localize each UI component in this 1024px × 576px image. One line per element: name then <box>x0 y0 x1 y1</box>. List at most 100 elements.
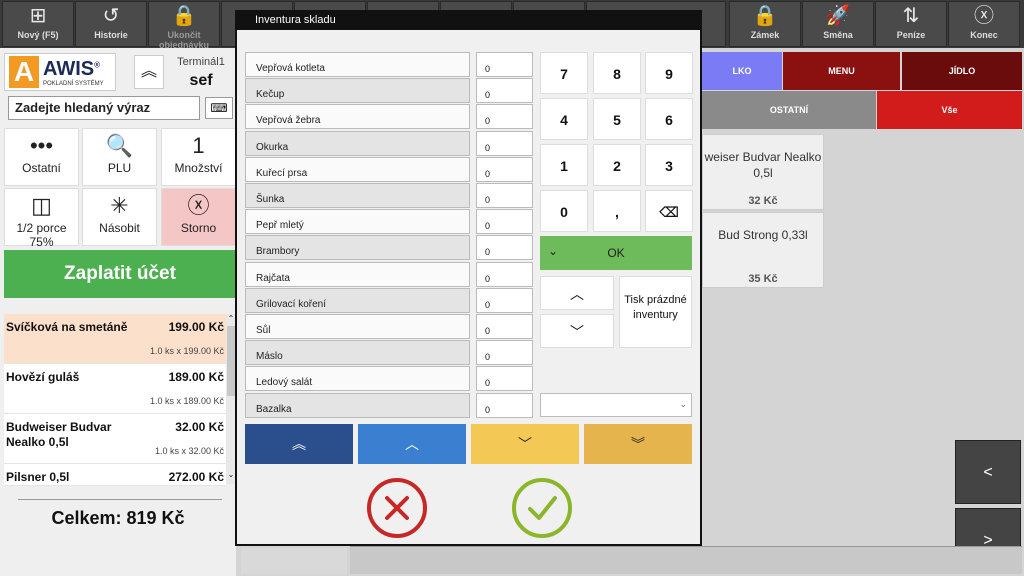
confirm-button[interactable] <box>512 478 572 538</box>
dialog-select[interactable]: ⌄ <box>540 393 692 417</box>
pay-button[interactable]: Zaplatit účet <box>4 250 236 298</box>
prev-page-button[interactable]: < <box>955 440 1021 504</box>
product-button[interactable]: weiser Budvar Nealko 0,5l 32 Kč <box>702 134 824 210</box>
inventory-item-name[interactable]: Okurka <box>245 130 470 156</box>
inventory-item-quantity[interactable]: 0 <box>476 183 533 208</box>
inventory-item-quantity[interactable]: 0 <box>476 261 533 287</box>
order-item[interactable]: Svíčková na smetáně 199.00 Kč 1.0 ks x 199… <box>4 314 226 364</box>
order-item[interactable]: Hovězí guláš 189.00 Kč 1.0 ks x 189.00 Kč <box>4 364 226 414</box>
history-icon: ↺ <box>102 5 120 27</box>
category-button-jídlo[interactable]: JÍDLO <box>902 52 1022 90</box>
function-button-2[interactable]: 1 Množství <box>161 128 236 186</box>
function-button-4[interactable]: ✳ Násobit <box>82 188 157 246</box>
numpad-key[interactable]: 5 <box>593 98 641 140</box>
inventory-item-quantity[interactable]: 0 <box>476 392 533 418</box>
page-first-button[interactable]: ︽ <box>245 424 353 464</box>
numpad-key[interactable]: , <box>593 190 641 232</box>
category-button-vše[interactable]: Vše <box>877 91 1022 129</box>
numpad-key[interactable]: 2 <box>593 144 641 186</box>
order-scrollbar-thumb[interactable] <box>227 326 235 396</box>
page-up-button[interactable]: ︿ <box>358 424 466 464</box>
inventory-item-quantity[interactable]: 0 <box>476 366 533 392</box>
toolbar-button-historie[interactable]: ↺ Historie <box>75 1 147 47</box>
toolbar-button-sm-na[interactable]: 🚀 Směna <box>802 1 874 47</box>
search-input[interactable]: Zadejte hledaný výraz <box>8 96 200 120</box>
numpad-key[interactable]: 4 <box>540 98 588 140</box>
double-chevron-up-icon: ︽ <box>140 63 157 80</box>
ok-label: OK <box>607 246 625 260</box>
arrow-up-button[interactable]: ︿ <box>540 276 614 310</box>
function-button-1[interactable]: 🔍 PLU <box>82 128 157 186</box>
numpad-key[interactable]: 8 <box>593 52 641 94</box>
toolbar-button-label: Historie <box>94 30 128 40</box>
numpad-key[interactable]: 0 <box>540 190 588 232</box>
order-item-detail: 1.0 ks x 199.00 Kč <box>149 346 224 356</box>
order-item-name: Budweiser Budvar Nealko 0,5l <box>6 420 112 449</box>
inventory-item-quantity[interactable]: 0 <box>476 235 533 261</box>
inventory-item-quantity[interactable]: 0 <box>476 130 533 156</box>
close-icon: ⓧ <box>974 5 994 27</box>
inventory-item-name[interactable]: Rajčata <box>245 261 470 287</box>
keyboard-icon: ⌨ <box>210 101 228 115</box>
inventory-dialog: Inventura skladu Vepřová kotleta 0 Kečup 0 V… <box>235 10 702 546</box>
logo-mark: A <box>9 56 39 88</box>
inventory-item-quantity[interactable]: 0 <box>476 314 533 339</box>
category-button-ostatní[interactable]: OSTATNÍ <box>702 91 876 129</box>
numpad-key[interactable]: 6 <box>645 98 693 140</box>
inventory-item-name[interactable]: Pepř mletý <box>245 209 470 235</box>
inventory-item-quantity[interactable]: 0 <box>476 340 533 366</box>
inventory-item-name[interactable]: Kuřecí prsa <box>245 156 470 182</box>
inventory-item-quantity[interactable]: 0 <box>476 52 533 77</box>
inventory-item-quantity[interactable]: 0 <box>476 78 533 104</box>
lock-icon: 🔒 <box>171 5 197 27</box>
numpad-key[interactable]: 1 <box>540 144 588 186</box>
print-empty-inventory-button[interactable]: Tisk prázdné inventury <box>619 276 692 348</box>
numpad-key[interactable]: 9 <box>645 52 693 94</box>
toolbar-button-ukon-it-objedn-vku[interactable]: 🔒 Ukončit objednávku <box>148 1 220 50</box>
product-name: weiser Budvar Nealko 0,5l <box>704 150 822 180</box>
inventory-item-quantity[interactable]: 0 <box>476 156 533 182</box>
inventory-item-quantity[interactable]: 0 <box>476 287 533 313</box>
keyboard-button[interactable]: ⌨ <box>205 97 233 119</box>
inventory-item-name[interactable]: Ledový salát <box>245 366 470 392</box>
inventory-item-name[interactable]: Brambory <box>245 235 470 261</box>
product-button[interactable]: Bud Strong 0,33l 35 Kč <box>702 212 824 288</box>
inventory-item-name[interactable]: Vepřová žebra <box>245 104 470 130</box>
arrow-down-button[interactable]: ﹀ <box>540 314 614 348</box>
inventory-item-name[interactable]: Šunka <box>245 183 470 208</box>
category-button-menu[interactable]: MENU <box>783 52 900 90</box>
ok-button[interactable]: ⌄ OK <box>540 236 692 270</box>
numpad-key[interactable]: 3 <box>645 144 693 186</box>
toolbar-button-nov-f5-[interactable]: ⊞ Nový (F5) <box>2 1 74 47</box>
toolbar-button-pen-ze[interactable]: ⇅ Peníze <box>875 1 947 47</box>
collapse-button[interactable]: ︽ <box>134 55 164 89</box>
inventory-item-name[interactable]: Sůl <box>245 314 470 339</box>
function-button-5[interactable]: ⓧ Storno <box>161 188 236 246</box>
toolbar-button-konec[interactable]: ⓧ Konec <box>948 1 1020 47</box>
numpad-key[interactable]: 7 <box>540 52 588 94</box>
inventory-item-name[interactable]: Kečup <box>245 78 470 104</box>
inventory-item-quantity[interactable]: 0 <box>476 209 533 235</box>
function-button-0[interactable]: ••• Ostatní <box>4 128 79 186</box>
category-button-lko[interactable]: LKO <box>702 52 782 90</box>
page-last-button[interactable]: ︾ <box>584 424 692 464</box>
product-name: Bud Strong 0,33l <box>718 228 808 242</box>
bottom-strip <box>350 546 1022 574</box>
cancel-button[interactable] <box>367 478 427 538</box>
order-item[interactable]: Budweiser Budvar Nealko 0,5l 32.00 Kč 1.0 … <box>4 414 226 464</box>
registered-mark: ® <box>94 60 101 70</box>
inventory-item-quantity[interactable]: 0 <box>476 104 533 130</box>
inventory-item-name[interactable]: Bazalka <box>245 392 470 418</box>
inventory-item-name[interactable]: Vepřová kotleta <box>245 52 470 77</box>
divider <box>18 499 222 500</box>
inventory-item-name[interactable]: Grilovací koření <box>245 287 470 313</box>
page-down-button[interactable]: ﹀ <box>471 424 579 464</box>
order-item-detail: 1.0 ks x 32.00 Kč <box>154 446 224 456</box>
backspace-key[interactable]: ⌫ <box>645 190 693 232</box>
toolbar-button-z-mek[interactable]: 🔒 Zámek <box>729 1 801 47</box>
inventory-item-name[interactable]: Máslo <box>245 340 470 366</box>
order-item[interactable]: Pilsner 0,5l 272.00 Kč <box>4 464 226 486</box>
more-icon: ••• <box>29 133 54 158</box>
terminal-label: Terminál1 <box>177 56 225 68</box>
function-button-3[interactable]: ◫ 1/2 porce 75% <box>4 188 79 249</box>
